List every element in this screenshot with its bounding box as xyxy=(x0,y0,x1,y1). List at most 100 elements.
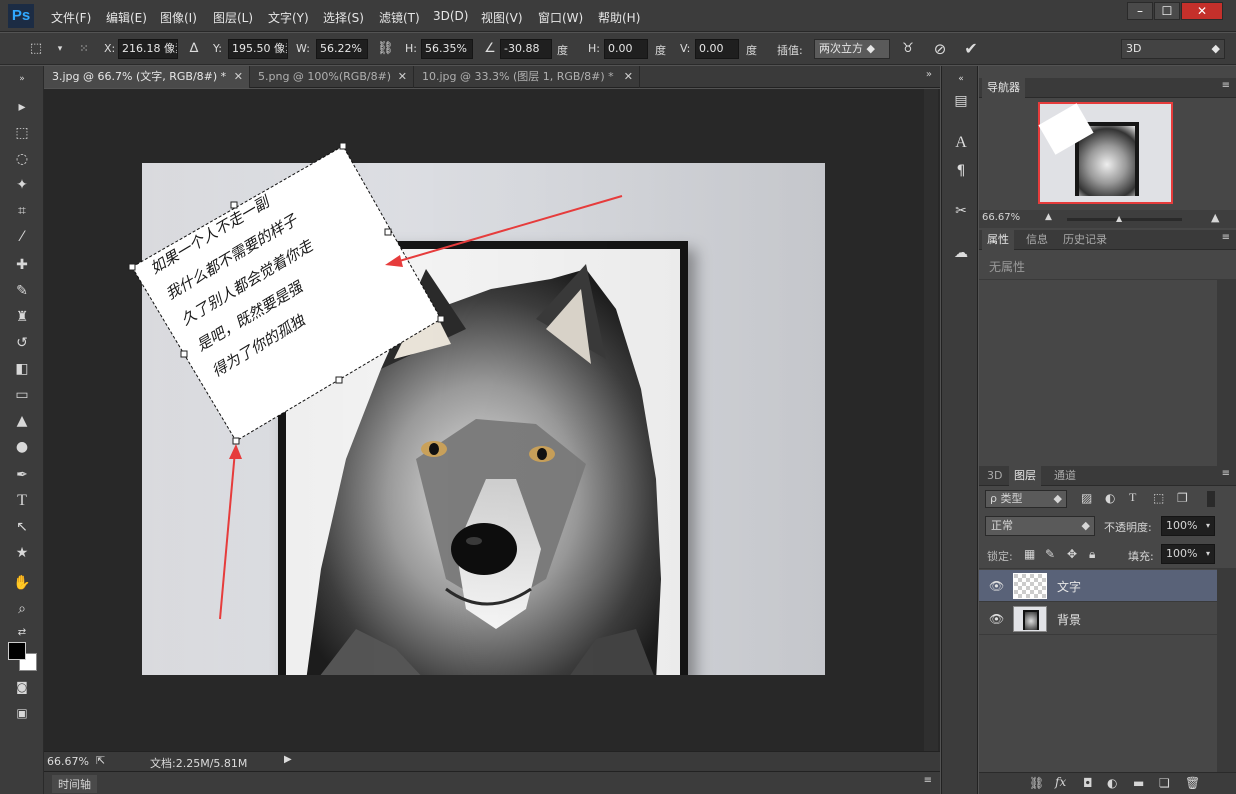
transform-handle[interactable] xyxy=(335,376,343,384)
new-group-icon[interactable]: ▬ xyxy=(1133,776,1144,790)
status-menu-arrow-icon[interactable]: ▶ xyxy=(284,754,292,765)
menu-layer[interactable]: 图层(L) xyxy=(213,9,253,26)
h-skew-field[interactable]: 0.00 xyxy=(604,39,648,59)
tab-3-jpg[interactable]: 3.jpg @ 66.7% (文字, RGB/8#) * ✕ xyxy=(44,66,250,88)
tab-channels[interactable]: 通道 xyxy=(1049,466,1081,486)
reference-point-icon[interactable]: ⁙ xyxy=(76,41,92,57)
menu-view[interactable]: 视图(V) xyxy=(481,9,523,26)
tab-3d[interactable]: 3D xyxy=(982,466,1007,486)
swap-colors-icon[interactable]: ⇄ xyxy=(10,622,34,644)
delta-icon[interactable]: ∆ xyxy=(186,41,202,57)
zoom-slider[interactable] xyxy=(1067,218,1182,221)
zoom-in-icon[interactable]: ▲ xyxy=(1211,211,1219,224)
panel-menu-icon[interactable]: ≡ xyxy=(924,775,932,786)
character-style-icon[interactable]: ▤ xyxy=(950,90,972,112)
magic-wand-tool-icon[interactable]: ✦ xyxy=(10,174,34,196)
filter-pixel-icon[interactable]: ▨ xyxy=(1081,491,1092,505)
filter-toggle[interactable] xyxy=(1207,491,1215,507)
timeline-tab[interactable]: 时间轴 xyxy=(52,775,97,793)
link-layers-icon[interactable]: ⛓ xyxy=(1029,776,1044,790)
v-skew-field[interactable]: 0.00 xyxy=(695,39,739,59)
tab-properties[interactable]: 属性 xyxy=(982,230,1014,250)
blur-tool-icon[interactable]: ▲ xyxy=(10,410,34,432)
type-tool-icon[interactable]: T xyxy=(10,490,34,512)
link-icon[interactable]: ⛓ xyxy=(377,41,394,57)
panel-menu-icon[interactable]: ≡ xyxy=(1222,232,1230,243)
healing-brush-tool-icon[interactable]: ✚ xyxy=(10,254,34,276)
width-field[interactable]: 56.22% xyxy=(316,39,368,59)
menu-window[interactable]: 窗口(W) xyxy=(538,9,583,26)
layer-name[interactable]: 背景 xyxy=(1057,611,1081,628)
filter-shape-icon[interactable]: ⬚ xyxy=(1153,491,1164,505)
commit-transform-icon[interactable]: ✔ xyxy=(963,41,979,57)
shape-tool-icon[interactable]: ★ xyxy=(10,542,34,564)
x-position-field[interactable]: 216.18 像素 xyxy=(118,39,178,59)
lock-image-icon[interactable]: ✎ xyxy=(1045,547,1055,561)
clone-stamp-tool-icon[interactable]: ♜ xyxy=(10,306,34,328)
navigator-preview[interactable] xyxy=(1038,102,1173,204)
layer-filter-select[interactable]: ρ 类型 ◆ xyxy=(985,490,1067,508)
close-tab-icon[interactable]: ✕ xyxy=(234,66,243,88)
menu-type[interactable]: 文字(Y) xyxy=(268,9,309,26)
zoom-tool-icon[interactable]: ⌕ xyxy=(10,598,34,620)
lasso-tool-icon[interactable]: ◌ xyxy=(10,148,34,170)
character-panel-icon[interactable]: A xyxy=(950,132,972,154)
layer-row-text[interactable]: 👁︎ 文字 xyxy=(979,570,1217,602)
tab-info[interactable]: 信息 xyxy=(1021,230,1053,250)
add-mask-icon[interactable]: ◘ xyxy=(1083,776,1093,790)
close-tab-icon[interactable]: ✕ xyxy=(624,66,633,88)
export-icon[interactable]: ⇱ xyxy=(96,754,105,767)
zoom-slider-thumb-icon[interactable]: ▲ xyxy=(1116,214,1122,223)
canvas-area[interactable]: 如果一个人不走一副 我什么都不需要的样子 久了别人都会觉着你走 是吧，既然要是强… xyxy=(44,89,940,751)
lock-position-icon[interactable]: ✥ xyxy=(1067,547,1077,561)
creative-cloud-icon[interactable]: ☁ xyxy=(950,242,972,264)
y-position-field[interactable]: 195.50 像素 xyxy=(228,39,288,59)
marquee-tool-icon[interactable]: ⬚ xyxy=(10,122,34,144)
layer-name[interactable]: 文字 xyxy=(1057,578,1081,595)
filter-adjustment-icon[interactable]: ◐ xyxy=(1105,491,1115,505)
visibility-eye-icon[interactable]: 👁︎ xyxy=(989,612,1004,626)
adjustment-layer-icon[interactable]: ◐ xyxy=(1107,776,1117,790)
foreground-color-swatch[interactable] xyxy=(8,642,26,660)
dock-collapse-icon[interactable]: « xyxy=(950,68,972,90)
navigator-zoom[interactable]: 66.67% xyxy=(982,212,1020,223)
tabs-overflow-icon[interactable]: » xyxy=(926,69,932,80)
transform-handle[interactable] xyxy=(128,263,136,271)
tool-presets-icon[interactable]: ✂ xyxy=(950,200,972,222)
quick-mask-icon[interactable]: ◙ xyxy=(10,676,34,698)
visibility-eye-icon[interactable]: 👁︎ xyxy=(989,579,1004,593)
eraser-tool-icon[interactable]: ◧ xyxy=(10,358,34,380)
menu-filter[interactable]: 滤镜(T) xyxy=(379,9,420,26)
cancel-transform-icon[interactable]: ⊘ xyxy=(932,41,948,57)
tab-layers[interactable]: 图层 xyxy=(1009,466,1041,486)
panel-menu-icon[interactable]: ≡ xyxy=(1222,468,1230,479)
transform-handle[interactable] xyxy=(180,350,188,358)
pen-tool-icon[interactable]: ✒ xyxy=(10,464,34,486)
menu-file[interactable]: 文件(F) xyxy=(51,9,91,26)
crop-tool-icon[interactable]: ⌗ xyxy=(10,200,34,222)
rotation-field[interactable]: -30.88 xyxy=(500,39,552,59)
minimize-button[interactable]: – xyxy=(1127,2,1153,20)
tab-navigator[interactable]: 导航器 xyxy=(982,78,1025,98)
vertical-scrollbar[interactable] xyxy=(924,89,938,751)
dodge-tool-icon[interactable]: ● xyxy=(10,436,34,458)
layer-style-icon[interactable]: fx xyxy=(1055,775,1066,789)
gradient-tool-icon[interactable]: ▭ xyxy=(10,384,34,406)
menu-select[interactable]: 选择(S) xyxy=(323,9,364,26)
menu-image[interactable]: 图像(I) xyxy=(160,9,197,26)
lock-transparent-icon[interactable]: ▦ xyxy=(1024,547,1035,561)
filter-smart-object-icon[interactable]: ❐ xyxy=(1177,491,1188,505)
workspace-select[interactable]: 3D ◆ xyxy=(1121,39,1225,59)
lock-all-icon[interactable]: 🔒︎ xyxy=(1089,547,1095,562)
tab-10-jpg[interactable]: 10.jpg @ 33.3% (图层 1, RGB/8#) * ✕ xyxy=(414,66,640,88)
fill-field[interactable]: 100% ▾ xyxy=(1161,544,1215,564)
hand-tool-icon[interactable]: ✋ xyxy=(10,572,34,594)
zoom-level[interactable]: 66.67% xyxy=(47,755,89,768)
delete-layer-icon[interactable]: 🗑︎ xyxy=(1185,776,1200,790)
close-window-button[interactable]: ✕ xyxy=(1181,2,1223,20)
menu-edit[interactable]: 编辑(E) xyxy=(106,9,147,26)
paragraph-panel-icon[interactable]: ¶ xyxy=(950,160,972,182)
eyedropper-tool-icon[interactable]: ⁄ xyxy=(10,226,34,248)
history-brush-tool-icon[interactable]: ↺ xyxy=(10,332,34,354)
transform-handle[interactable] xyxy=(437,315,445,323)
